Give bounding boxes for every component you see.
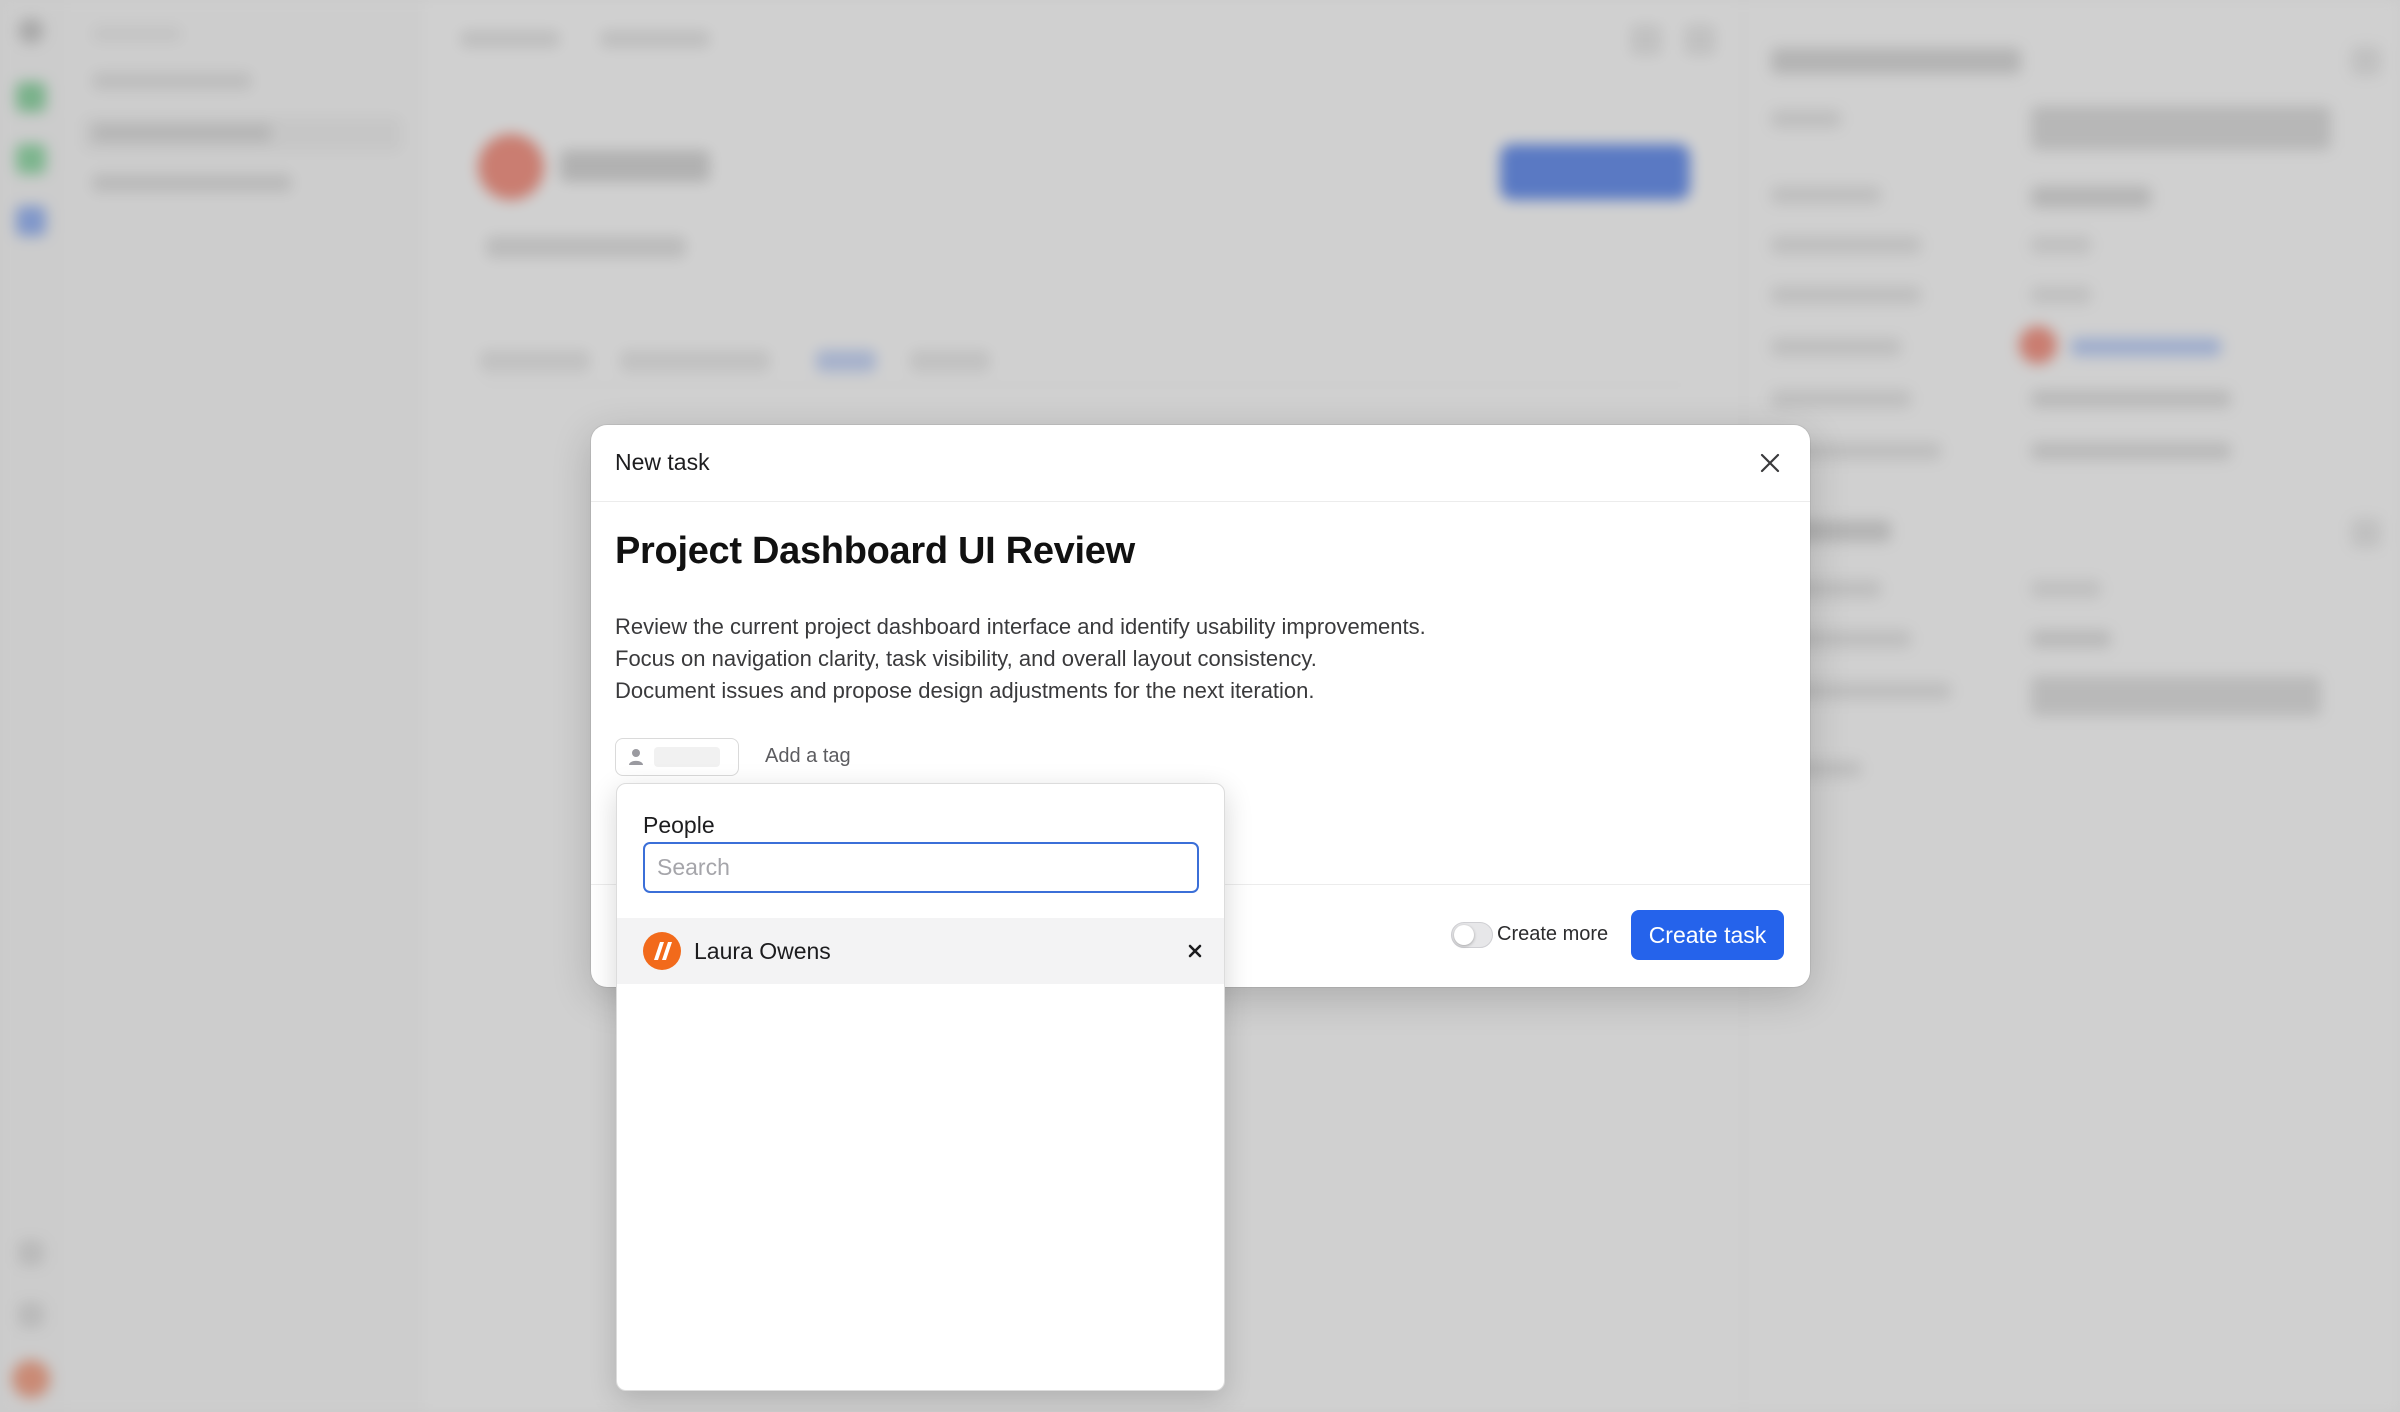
close-button[interactable] xyxy=(1752,445,1788,481)
description-line: Review the current project dashboard int… xyxy=(615,614,1426,639)
description-line: Focus on navigation clarity, task visibi… xyxy=(615,646,1317,671)
add-tag-button[interactable]: Add a tag xyxy=(765,745,851,768)
description-line: Document issues and propose design adjus… xyxy=(615,678,1315,703)
create-more-toggle[interactable] xyxy=(1451,922,1493,948)
people-dropdown: People Laura Owens xyxy=(616,783,1225,1391)
modal-title: New task xyxy=(615,449,710,475)
people-heading: People xyxy=(643,812,715,838)
people-search-input[interactable] xyxy=(643,842,1199,893)
brand-logo-icon xyxy=(643,932,681,970)
person-name: Laura Owens xyxy=(694,938,831,964)
modal-header: New task xyxy=(591,425,1810,502)
person-icon xyxy=(629,749,643,765)
create-task-button[interactable]: Create task xyxy=(1631,910,1784,960)
remove-person-button[interactable] xyxy=(1180,936,1210,966)
task-description[interactable]: Review the current project dashboard int… xyxy=(615,611,1715,707)
toggle-knob xyxy=(1454,925,1474,945)
close-icon xyxy=(1760,453,1780,473)
assignee-button[interactable] xyxy=(615,738,739,776)
task-title[interactable]: Project Dashboard UI Review xyxy=(615,530,1135,573)
remove-icon xyxy=(1188,944,1202,958)
assignee-placeholder xyxy=(654,747,720,767)
person-option-laura-owens[interactable]: Laura Owens xyxy=(617,918,1224,984)
create-more-label: Create more xyxy=(1497,923,1609,945)
